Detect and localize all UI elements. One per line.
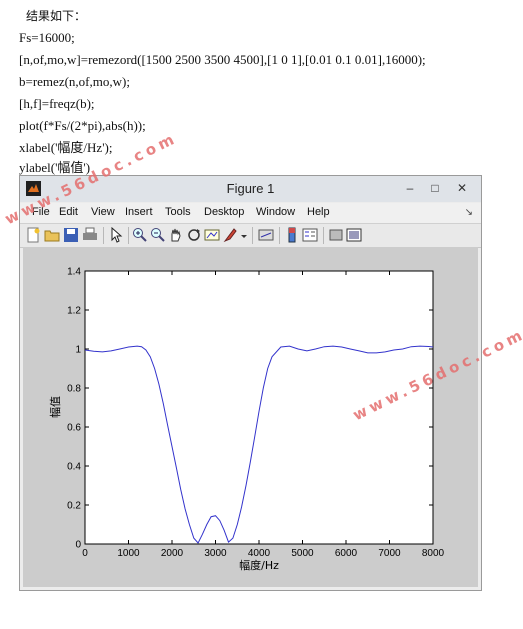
code-line-5: plot(f*Fs/(2*pi),abs(h));	[19, 118, 146, 133]
close-button[interactable]: ✕	[451, 179, 473, 197]
x-tick-label: 4000	[248, 548, 271, 559]
zoom-in-icon[interactable]	[132, 227, 148, 243]
frequency-response-plot: 0 0.2 0.4 0.6 0.8 1 1.2 1.4 0 1000 2000 3000 4000 50…	[49, 267, 445, 573]
y-tick-label: 1.2	[67, 306, 81, 317]
code-line-3: b=remez(n,of,mo,w);	[19, 74, 130, 89]
y-tick-label: 0.4	[67, 462, 81, 473]
menu-help[interactable]: Help	[307, 206, 330, 218]
y-axis-label: 幅值	[49, 396, 62, 418]
y-tick-label: 1	[75, 345, 81, 356]
x-tick-label: 7000	[378, 548, 401, 559]
print-icon[interactable]	[82, 227, 98, 243]
code-line-4: [h,f]=freqz(b);	[19, 96, 95, 111]
toolbar-separator	[252, 227, 253, 244]
y-tick-label: 1.4	[67, 267, 81, 278]
menu-bar: File Edit View Insert Tools Desktop Wind…	[20, 203, 481, 223]
pointer-icon[interactable]	[108, 226, 124, 243]
minimize-button[interactable]: –	[399, 179, 421, 197]
code-line-2: [n,of,mo,w]=remezord([1500 2500 3500 450…	[19, 52, 426, 67]
link-plot-icon[interactable]	[258, 227, 274, 243]
open-file-icon[interactable]	[44, 227, 60, 243]
y-tick-label: 0	[75, 540, 81, 551]
y-tick-label: 0.6	[67, 423, 81, 434]
x-tick-label: 1000	[117, 548, 140, 559]
legend-icon[interactable]	[302, 227, 318, 243]
x-tick-label: 5000	[291, 548, 314, 559]
menu-desktop[interactable]: Desktop	[204, 206, 244, 218]
menu-tools[interactable]: Tools	[165, 206, 191, 218]
pan-icon[interactable]	[168, 227, 184, 243]
maximize-button[interactable]: □	[424, 179, 446, 197]
code-line-1: Fs=16000;	[19, 30, 75, 45]
menu-insert[interactable]: Insert	[125, 206, 153, 218]
code-line-6: xlabel('幅度/Hz');	[19, 140, 113, 155]
data-cursor-icon[interactable]	[204, 227, 220, 243]
save-icon[interactable]	[63, 227, 79, 243]
colorbar-icon[interactable]	[284, 227, 300, 243]
show-plot-tools-icon[interactable]	[346, 227, 362, 243]
menu-view[interactable]: View	[91, 206, 115, 218]
x-tick-label: 3000	[204, 548, 227, 559]
toolbar-separator	[128, 227, 129, 244]
toolbar-separator	[323, 227, 324, 244]
rotate-icon[interactable]	[186, 227, 202, 243]
figure-toolbar	[20, 223, 481, 248]
zoom-out-icon[interactable]	[150, 227, 166, 243]
toolbar-separator	[103, 227, 104, 244]
x-tick-label: 2000	[161, 548, 184, 559]
menu-edit[interactable]: Edit	[59, 206, 78, 218]
toolbar-separator	[279, 227, 280, 244]
y-tick-label: 0.8	[67, 384, 81, 395]
brush-icon[interactable]	[222, 227, 238, 243]
x-tick-label: 8000	[422, 548, 445, 559]
x-axis-label: 幅度/Hz	[239, 558, 279, 572]
y-tick-label: 0.2	[67, 501, 81, 512]
x-tick-label: 0	[82, 548, 88, 559]
hide-plot-tools-icon[interactable]	[328, 227, 344, 243]
result-heading: 结果如下：	[26, 9, 87, 23]
figure-canvas: 0 0.2 0.4 0.6 0.8 1 1.2 1.4 0 1000 2000 3000 4000 50…	[23, 247, 478, 587]
x-tick-label: 6000	[335, 548, 358, 559]
new-figure-icon[interactable]	[25, 227, 41, 243]
menu-window[interactable]: Window	[256, 206, 295, 218]
dock-arrow-icon[interactable]: ↘	[465, 207, 473, 218]
